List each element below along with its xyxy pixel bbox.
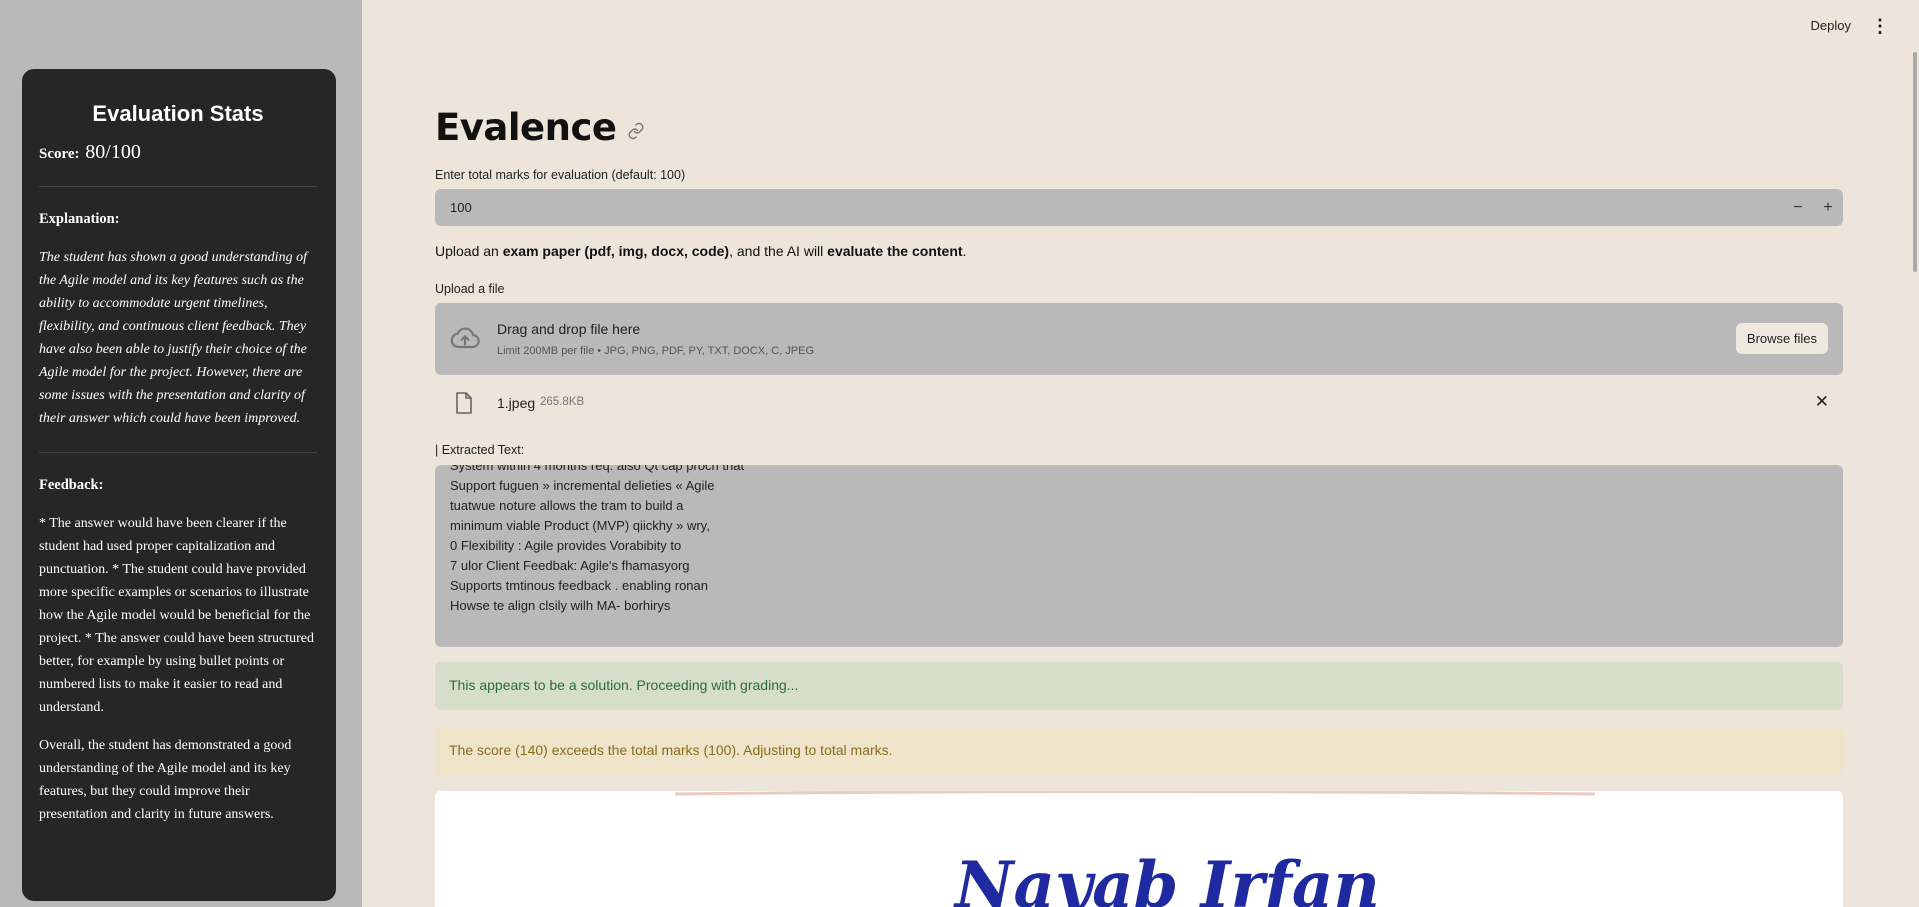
upload-desc-text: , and the AI will bbox=[729, 243, 828, 259]
score-value: 80/100 bbox=[85, 141, 141, 163]
extracted-text-label: | Extracted Text: bbox=[435, 443, 525, 457]
uploaded-image-preview: Nayab Irfan bbox=[435, 791, 1843, 907]
feedback-label: Feedback: bbox=[39, 477, 104, 493]
handwriting-text: Nayab Irfan bbox=[953, 848, 1380, 907]
sidebar: Evaluation Stats Score: 80/100 Explanati… bbox=[0, 0, 362, 907]
upload-desc-bold: evaluate the content bbox=[827, 243, 963, 259]
divider bbox=[39, 452, 317, 453]
file-dropzone[interactable]: Drag and drop file here Limit 200MB per … bbox=[435, 303, 1843, 375]
header-toolbar: Deploy ⋮ bbox=[1811, 17, 1889, 35]
extracted-text-field[interactable]: System within 4 months req. also Qt cap … bbox=[435, 465, 1843, 638]
dropzone-limit: Limit 200MB per file • JPG, PNG, PDF, PY… bbox=[497, 345, 815, 357]
feedback-summary: Overall, the student has demonstrated a … bbox=[39, 738, 292, 822]
upload-desc-bold: exam paper (pdf, img, docx, code) bbox=[502, 243, 730, 259]
browse-files-button[interactable]: Browse files bbox=[1735, 323, 1828, 354]
evaluation-stats-card: Evaluation Stats Score: 80/100 Explanati… bbox=[22, 69, 336, 901]
success-alert: This appears to be a solution. Proceedin… bbox=[435, 662, 1843, 710]
upload-label: Upload a file bbox=[435, 282, 505, 296]
total-marks-input: − + bbox=[435, 189, 1843, 226]
extracted-text-area: System within 4 months req. also Qt cap … bbox=[435, 465, 1843, 647]
uploaded-file-row: 1.jpeg 265.8KB ✕ bbox=[435, 385, 1843, 421]
upload-desc-text: Upload an bbox=[435, 243, 503, 259]
score-line: Score: 80/100 bbox=[39, 141, 317, 164]
total-marks-field[interactable] bbox=[435, 200, 1783, 215]
link-icon[interactable] bbox=[627, 122, 645, 140]
file-name: 1.jpeg bbox=[497, 395, 536, 411]
handwritten-image: Nayab Irfan bbox=[435, 791, 1843, 907]
explanation-label: Explanation: bbox=[39, 211, 120, 227]
page-title: Evalence bbox=[435, 106, 617, 149]
upload-desc-text: . bbox=[962, 243, 967, 259]
deploy-button[interactable]: Deploy bbox=[1811, 18, 1851, 33]
increment-button[interactable]: + bbox=[1813, 199, 1843, 217]
file-icon bbox=[456, 392, 472, 414]
score-label: Score: bbox=[39, 146, 80, 162]
dropzone-title: Drag and drop file here bbox=[497, 321, 641, 337]
file-size: 265.8KB bbox=[540, 396, 585, 408]
divider bbox=[39, 186, 317, 187]
warning-alert: The score (140) exceeds the total marks … bbox=[435, 727, 1843, 775]
decrement-button[interactable]: − bbox=[1783, 199, 1813, 217]
upload-description: Upload an exam paper (pdf, img, docx, co… bbox=[435, 243, 966, 259]
explanation-text: The student has shown a good understandi… bbox=[39, 250, 307, 426]
feedback-text: * The answer would have been clearer if … bbox=[39, 516, 314, 715]
remove-file-button[interactable]: ✕ bbox=[1815, 392, 1829, 412]
title-row: Evalence bbox=[435, 106, 645, 149]
page-scrollbar[interactable] bbox=[1913, 52, 1917, 272]
kebab-menu-icon[interactable]: ⋮ bbox=[1871, 17, 1889, 35]
cloud-upload-icon bbox=[450, 327, 480, 349]
total-marks-label: Enter total marks for evaluation (defaul… bbox=[435, 168, 686, 182]
stats-title: Evaluation Stats bbox=[92, 101, 264, 126]
